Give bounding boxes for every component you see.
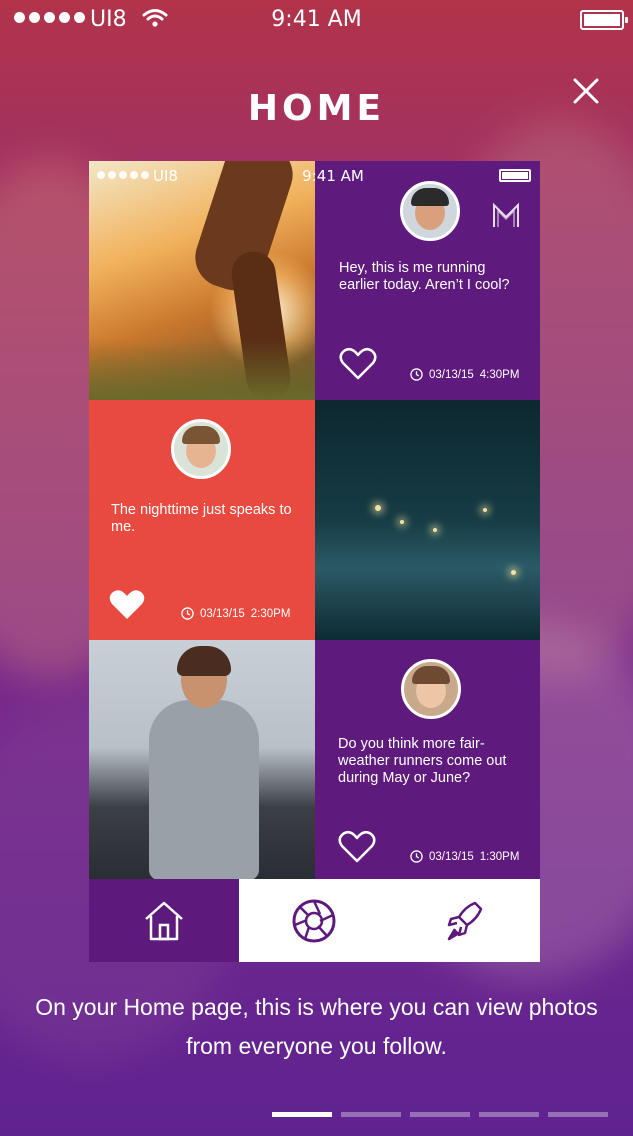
bokeh-light — [433, 528, 437, 532]
post-date: 03/13/15 — [429, 368, 474, 381]
preview-status-bar: UI8 9:41 AM — [89, 161, 540, 191]
page-dot[interactable] — [548, 1112, 608, 1117]
tab-bar — [89, 879, 540, 962]
avatar[interactable] — [401, 659, 461, 719]
rocket-icon — [447, 901, 482, 940]
status-time: 9:41 AM — [271, 7, 362, 32]
bokeh-light — [483, 508, 487, 512]
woman-figure — [149, 700, 259, 879]
post-date: 03/13/15 — [429, 850, 474, 863]
post-card[interactable]: The nighttime just speaks to me. 03/13/1… — [89, 400, 315, 640]
tab-camera[interactable] — [239, 879, 389, 962]
avatar[interactable] — [171, 419, 231, 479]
page-dot[interactable] — [272, 1112, 332, 1117]
battery-icon — [499, 169, 531, 182]
preview-time: 9:41 AM — [302, 167, 364, 185]
page-dot[interactable] — [479, 1112, 539, 1117]
post-timestamp: 03/13/15 2:30PM — [181, 607, 290, 620]
post-timestamp: 03/13/15 4:30PM — [410, 368, 519, 381]
page-indicator — [272, 1112, 608, 1117]
onboarding-caption: On your Home page, this is where you can… — [35, 994, 598, 1059]
home-icon — [145, 901, 183, 940]
battery-icon — [580, 10, 628, 30]
photo-runner[interactable] — [89, 161, 315, 400]
post-card[interactable]: Hey, this is me running earlier today. A… — [315, 161, 540, 400]
brand-logo-icon — [493, 202, 519, 227]
tab-home[interactable] — [89, 879, 239, 962]
page-title: HOME — [247, 88, 386, 129]
post-date: 03/13/15 — [200, 607, 245, 620]
photo-woman-runner[interactable] — [89, 640, 315, 879]
signal-strength-icon — [97, 171, 149, 179]
post-text: Hey, this is me running earlier today. A… — [339, 260, 510, 293]
onboarding-screen: UI8 9:41 AM HOME Hey, this is me running… — [0, 0, 633, 1136]
preview-carrier: UI8 — [153, 167, 178, 185]
photo-night-forest[interactable] — [315, 400, 540, 640]
post-time: 4:30PM — [479, 368, 520, 381]
post-time: 1:30PM — [479, 850, 520, 863]
post-card[interactable]: Do you think more fair-weather runners c… — [315, 640, 540, 879]
post-text: The nighttime just speaks to me. — [111, 502, 292, 535]
app-preview: Hey, this is me running earlier today. A… — [89, 161, 540, 962]
post-time: 2:30PM — [250, 607, 291, 620]
woman-hair — [177, 646, 231, 676]
bokeh-light — [400, 520, 404, 524]
clock-icon — [410, 368, 423, 381]
tab-explore[interactable] — [389, 879, 540, 962]
page-dot[interactable] — [410, 1112, 470, 1117]
camera-shutter-icon — [292, 899, 336, 942]
grass — [89, 340, 315, 400]
clock-icon — [181, 607, 194, 620]
status-bar: UI8 9:41 AM — [0, 0, 633, 44]
heart-outline-icon[interactable] — [339, 347, 377, 381]
bokeh-light — [375, 505, 381, 511]
heart-outline-icon[interactable] — [338, 830, 376, 864]
heart-filled-icon[interactable] — [108, 588, 146, 622]
post-text: Do you think more fair-weather runners c… — [338, 736, 507, 786]
bokeh-light — [511, 570, 516, 575]
clock-icon — [410, 850, 423, 863]
page-dot[interactable] — [341, 1112, 401, 1117]
post-timestamp: 03/13/15 1:30PM — [410, 850, 519, 863]
